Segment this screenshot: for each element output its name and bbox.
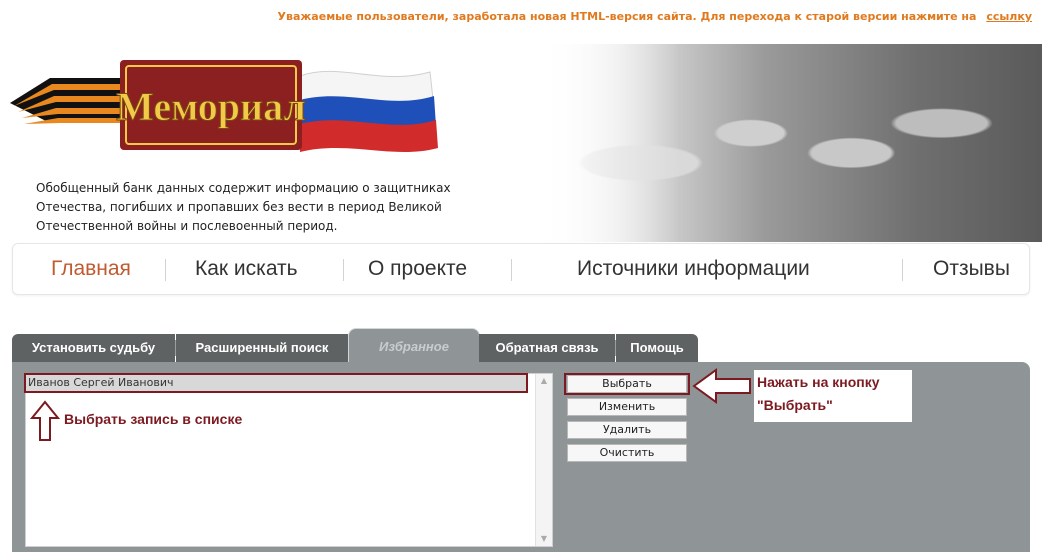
site-notice: Уважаемые пользователи, заработала новая… [278,10,1033,23]
nav-item-about[interactable]: О проекте [368,244,467,294]
nav-item-reviews[interactable]: Отзывы [933,244,1010,294]
tab-determine-fate[interactable]: Установить судьбу [12,334,175,362]
tab-feedback[interactable]: Обратная связь [479,334,615,362]
tab-advanced-search[interactable]: Расширенный поиск [176,334,348,362]
delete-button[interactable]: Удалить [567,421,687,439]
nav-separator [902,259,903,281]
tab-help[interactable]: Помощь [616,334,698,362]
instruction-select-record: Выбрать запись в списке [64,411,243,427]
nav-separator [343,259,344,281]
main-nav: Главная Как искать О проекте Источники и… [12,243,1030,295]
select-button-highlight [564,373,690,395]
favorites-listbox[interactable]: Иванов Сергей Иванович ▲ ▼ [25,373,553,547]
selected-item-highlight [24,373,528,393]
clear-button[interactable]: Очистить [567,444,687,462]
edit-button[interactable]: Изменить [567,398,687,416]
site-description: Обобщенный банк данных содержит информац… [36,181,451,233]
instruction-press-button: Нажать на кнопку "Выбрать" [754,370,912,422]
site-notice-text: Уважаемые пользователи, заработала новая… [277,10,977,23]
memorial-logo[interactable]: Мемориал [10,48,450,160]
nav-separator [165,259,166,281]
tab-favorites[interactable]: Избранное [348,328,480,363]
scroll-up-icon[interactable]: ▲ [536,374,552,388]
nav-item-how-to-search[interactable]: Как искать [195,244,298,294]
scroll-down-icon[interactable]: ▼ [536,532,552,546]
listbox-scrollbar[interactable]: ▲ ▼ [535,374,552,546]
arrow-up-icon [30,400,60,441]
logo-text: Мемориал [116,84,306,129]
arrow-left-icon [692,368,751,404]
old-version-link[interactable]: ссылку [986,10,1032,23]
nav-item-sources[interactable]: Источники информации [577,244,810,294]
nav-item-home[interactable]: Главная [51,244,131,294]
nav-separator [511,259,512,281]
